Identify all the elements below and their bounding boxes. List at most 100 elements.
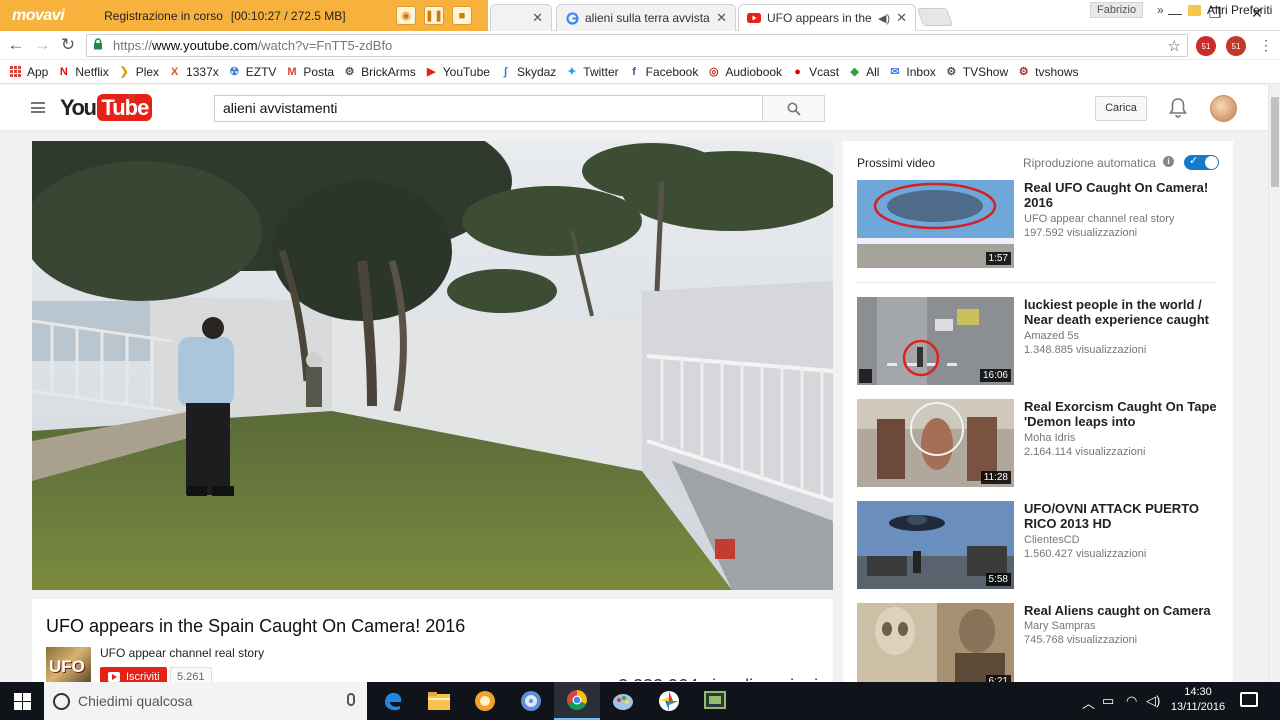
info-icon[interactable]: i — [1163, 156, 1174, 167]
recommended-video[interactable]: 11:28 Real Exorcism Caught On Tape 'Demo… — [857, 399, 1229, 487]
other-bookmarks-folder[interactable]: Altri Preferiti — [1188, 3, 1272, 17]
up-next-sidebar: Prossimi video Riproduzione automatica i… — [843, 141, 1233, 691]
chrome-app-icon[interactable] — [554, 682, 600, 720]
google-icon — [565, 11, 579, 25]
recommended-video[interactable]: 5:58 UFO/OVNI ATTACK PUERTO RICO 2013 HD… — [857, 501, 1229, 589]
app-icon-blue-disc[interactable] — [508, 682, 554, 720]
upload-button[interactable]: Carica — [1095, 96, 1147, 121]
bookmark-twitter[interactable]: ✦ Twitter — [565, 65, 618, 79]
battery-icon[interactable]: ▭ — [1102, 693, 1114, 709]
profile-name[interactable]: Fabrizio — [1090, 2, 1144, 18]
tab-google-search[interactable]: alieni sulla terra avvistam ✕ — [556, 4, 736, 31]
notifications-icon[interactable] — [1240, 692, 1258, 707]
volume-icon[interactable]: ◁) — [1146, 693, 1160, 709]
bookmark-1337x[interactable]: X 1337x — [168, 65, 219, 79]
bookmark-eztv[interactable]: ☢ EZTV — [228, 65, 276, 79]
stop-button[interactable]: ■ — [452, 6, 472, 25]
duration-badge: 11:28 — [980, 471, 1011, 484]
reload-icon[interactable]: ↻ — [58, 35, 78, 55]
notifications-bell-icon[interactable] — [1168, 97, 1188, 119]
bookmark-tvshow[interactable]: ⚙ TVShow — [945, 65, 1008, 79]
video-player[interactable] — [32, 141, 833, 590]
paint-app-icon[interactable] — [600, 682, 646, 720]
recommended-video-views: 1.560.427 visualizzazioni — [1024, 548, 1147, 560]
video-thumbnail[interactable]: 1:57 — [857, 180, 1014, 268]
bookmarks-overflow-icon[interactable]: » — [1157, 3, 1164, 17]
menu-dots-icon[interactable]: ⋮ — [1256, 35, 1276, 55]
page-scrollbar[interactable] — [1268, 85, 1280, 682]
close-tab-icon[interactable]: ✕ — [532, 10, 543, 26]
edge-app-icon[interactable] — [370, 682, 416, 720]
new-tab-button[interactable] — [916, 8, 954, 26]
scrollbar-thumb[interactable] — [1271, 97, 1279, 187]
address-bar[interactable]: https://www.youtube.com/watch?v=FnTT5-zd… — [86, 34, 1188, 57]
close-tab-icon[interactable]: ✕ — [716, 10, 727, 26]
bookmark-star-icon[interactable]: ☆ — [1168, 37, 1181, 55]
app-icon-aperture[interactable] — [646, 682, 692, 720]
movavi-app-icon[interactable] — [692, 682, 738, 720]
tvshows-bookmark-icon: ⚙ — [1018, 66, 1029, 78]
youtube-header: You Tube IT alieni avvistamenti Carica — [0, 85, 1268, 131]
bookmark-posta[interactable]: M Posta — [285, 65, 334, 79]
recommended-video-title[interactable]: UFO/OVNI ATTACK PUERTO RICO 2013 HD — [1024, 501, 1224, 531]
start-button[interactable] — [0, 682, 44, 720]
recommended-video[interactable]: 6:21 Real Aliens caught on Camera Mary S… — [857, 603, 1229, 691]
search-input[interactable]: alieni avvistamenti — [214, 95, 763, 122]
region-label: IT — [128, 93, 136, 103]
recorder-bar: movavi Registrazione in corso [00:10:27 … — [0, 0, 488, 31]
bookmark-audiobook[interactable]: ◎ Audiobook — [707, 65, 782, 79]
recommended-video-channel: Amazed 5s — [1024, 330, 1080, 342]
pause-button[interactable]: ❚❚ — [424, 6, 444, 25]
recommended-video[interactable]: 1:57 Real UFO Caught On Camera! 2016 UFO… — [857, 180, 1229, 268]
forward-arrow-icon[interactable]: → — [32, 35, 52, 55]
wifi-icon[interactable]: ◠ — [1126, 693, 1137, 709]
bookmark-facebook[interactable]: f Facebook — [628, 65, 698, 79]
bookmarks-bar: App N Netflix ❯ Plex X 1337x ☢ EZTV M Posta ⚙ BrickA… — [0, 60, 1280, 84]
pause-icon: ❚❚ — [424, 10, 444, 22]
recommended-video-title[interactable]: Real Exorcism Caught On Tape 'Demon leap… — [1024, 399, 1224, 429]
bookmark-tvshows[interactable]: ⚙ tvshows — [1017, 65, 1079, 79]
tab-youtube-video[interactable]: UFO appears in the Sp ◀) ✕ — [738, 4, 916, 31]
extension-badge-1[interactable]: 51 — [1196, 36, 1216, 56]
account-avatar[interactable] — [1210, 95, 1237, 122]
autoplay-toggle[interactable]: ✓ — [1184, 155, 1219, 170]
bookmark-skydaz[interactable]: ʃ Skydaz — [499, 65, 557, 79]
close-tab-icon[interactable]: ✕ — [896, 10, 907, 26]
recommended-video-title[interactable]: luckiest people in the world / Near deat… — [1024, 297, 1224, 327]
cortana-search-box[interactable]: Chiedimi qualcosa — [44, 682, 367, 720]
youtube-logo[interactable]: You Tube — [60, 94, 153, 121]
channel-name-link[interactable]: UFO appear channel real story — [100, 646, 264, 660]
bookmark-youtube[interactable]: ▶ YouTube — [425, 65, 490, 79]
bookmark-all[interactable]: ◆ All — [848, 65, 879, 79]
channel-thumbnail[interactable]: UFO — [46, 647, 91, 687]
screenshot-button[interactable]: ◉ — [396, 6, 416, 25]
recommended-video-title[interactable]: Real UFO Caught On Camera! 2016 — [1024, 180, 1224, 210]
video-thumbnail[interactable]: 11:28 — [857, 399, 1014, 487]
app-icon-orange[interactable] — [462, 682, 508, 720]
file-explorer-icon[interactable] — [416, 682, 462, 720]
tab-hidden[interactable]: ✕ — [490, 4, 552, 31]
tray-chevron-icon[interactable]: ︿ — [1082, 693, 1095, 712]
system-clock[interactable]: 14:30 13/11/2016 — [1160, 685, 1236, 715]
guide-menu-icon[interactable] — [31, 102, 45, 113]
back-arrow-icon[interactable]: ← — [6, 35, 26, 55]
extension-badge-2[interactable]: 51 — [1226, 36, 1246, 56]
video-thumbnail[interactable]: 5:58 — [857, 501, 1014, 589]
vcast-bookmark-icon: ● — [794, 65, 801, 78]
bookmark-plex[interactable]: ❯ Plex — [118, 65, 159, 79]
bookmark-brickarms[interactable]: ⚙ BrickArms — [343, 65, 416, 79]
recommended-video[interactable]: 16:06 luckiest people in the world / Nea… — [857, 297, 1229, 385]
video-thumbnail[interactable]: 16:06 — [857, 297, 1014, 385]
video-thumbnail[interactable]: 6:21 — [857, 603, 1014, 691]
bookmark-vcast[interactable]: ● Vcast — [791, 65, 839, 79]
minimize-icon[interactable]: — — [1160, 5, 1190, 23]
bookmark-app[interactable]: App — [9, 65, 48, 79]
microphone-icon[interactable] — [347, 693, 355, 706]
speaker-icon[interactable]: ◀) — [878, 12, 890, 25]
recommended-video-channel: ClientesCD — [1024, 534, 1080, 546]
bookmark-inbox[interactable]: ✉ Inbox — [888, 65, 935, 79]
bookmark-netflix[interactable]: N Netflix — [57, 65, 109, 79]
recommended-video-title[interactable]: Real Aliens caught on Camera — [1024, 603, 1224, 618]
search-button[interactable] — [762, 95, 825, 122]
stop-icon: ■ — [458, 9, 466, 22]
